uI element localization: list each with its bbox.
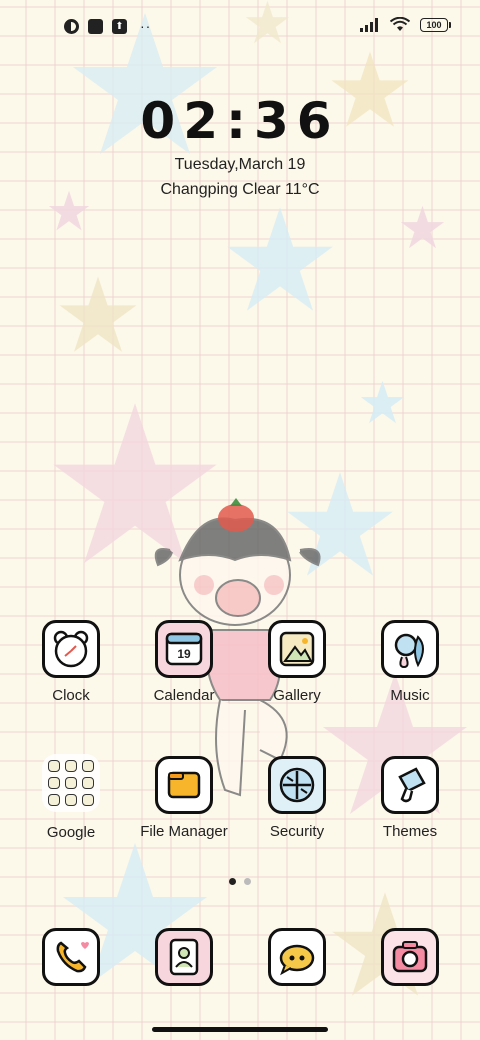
mini-app-icon <box>82 794 94 806</box>
app-calendar[interactable]: 19 Calendar <box>129 620 239 704</box>
clock-widget-date[interactable]: Tuesday,March 19 <box>0 156 480 174</box>
app-label: File Manager <box>140 823 228 840</box>
app-themes[interactable]: Themes <box>355 756 465 840</box>
app-label: Music <box>390 687 430 704</box>
folder-file-icon <box>155 756 213 814</box>
app-label: Themes <box>382 823 438 840</box>
calendar-date-badge: 19 <box>177 647 191 661</box>
security-icon <box>268 756 326 814</box>
mini-app-icon <box>82 760 94 772</box>
phone-icon <box>42 928 100 986</box>
app-label: Google <box>46 824 96 841</box>
app-label: Calendar <box>153 687 215 704</box>
camera-icon <box>381 928 439 986</box>
upload-icon: ⬆ <box>112 18 127 34</box>
mini-app-icon <box>82 777 94 789</box>
mini-app-icon <box>65 760 77 772</box>
app-folder-google[interactable]: Google <box>16 754 126 841</box>
wallpaper-star-blue-small <box>360 380 405 424</box>
wallpaper-star-yellow-left <box>59 276 137 352</box>
dock-contacts[interactable] <box>129 928 239 986</box>
dock-phone[interactable] <box>16 928 126 986</box>
app-label: Security <box>269 823 325 840</box>
battery-icon: 100 <box>420 17 451 32</box>
mini-app-icon <box>48 777 60 789</box>
status-bar-right: 100 <box>360 17 451 32</box>
mini-app-icon <box>65 794 77 806</box>
status-bar-left: ⬆ ·· <box>64 18 151 34</box>
calendar-icon: 19 <box>155 620 213 678</box>
messages-icon <box>268 928 326 986</box>
app-label: Clock <box>52 687 90 704</box>
app-file-manager[interactable]: File Manager <box>129 756 239 840</box>
wallpaper-star-blue-mid <box>227 207 333 311</box>
app-label: Gallery <box>273 687 321 704</box>
themes-icon <box>381 756 439 814</box>
dock-messages[interactable] <box>242 928 352 986</box>
status-bar: ⬆ ·· 100 <box>0 0 480 56</box>
mini-app-icon <box>48 794 60 806</box>
app-music[interactable]: Music <box>355 620 465 704</box>
signal-icon <box>360 17 378 32</box>
music-icon <box>381 620 439 678</box>
clock-icon <box>42 620 100 678</box>
page-dot[interactable] <box>244 878 251 885</box>
mini-app-icon <box>65 777 77 789</box>
more-dots-icon: ·· <box>140 18 152 34</box>
circle-app-icon <box>64 18 79 34</box>
mini-app-icon <box>48 760 60 772</box>
page-dot-active[interactable] <box>229 878 236 885</box>
app-security[interactable]: Security <box>242 756 352 840</box>
square-app-icon <box>88 18 103 34</box>
wifi-icon <box>390 17 410 31</box>
weather-widget[interactable]: Changping Clear 11°C <box>0 181 480 199</box>
app-clock[interactable]: Clock <box>16 620 126 704</box>
home-indicator-bar[interactable] <box>152 1027 328 1032</box>
contacts-icon <box>155 928 213 986</box>
dock-camera[interactable] <box>355 928 465 986</box>
page-indicator[interactable] <box>0 878 480 885</box>
folder-preview-grid <box>48 760 94 806</box>
gallery-icon <box>268 620 326 678</box>
wallpaper-star-pink-right <box>400 205 445 249</box>
app-gallery[interactable]: Gallery <box>242 620 352 704</box>
clock-widget-time[interactable]: 02:36 <box>0 92 480 150</box>
folder-icon <box>42 754 100 812</box>
